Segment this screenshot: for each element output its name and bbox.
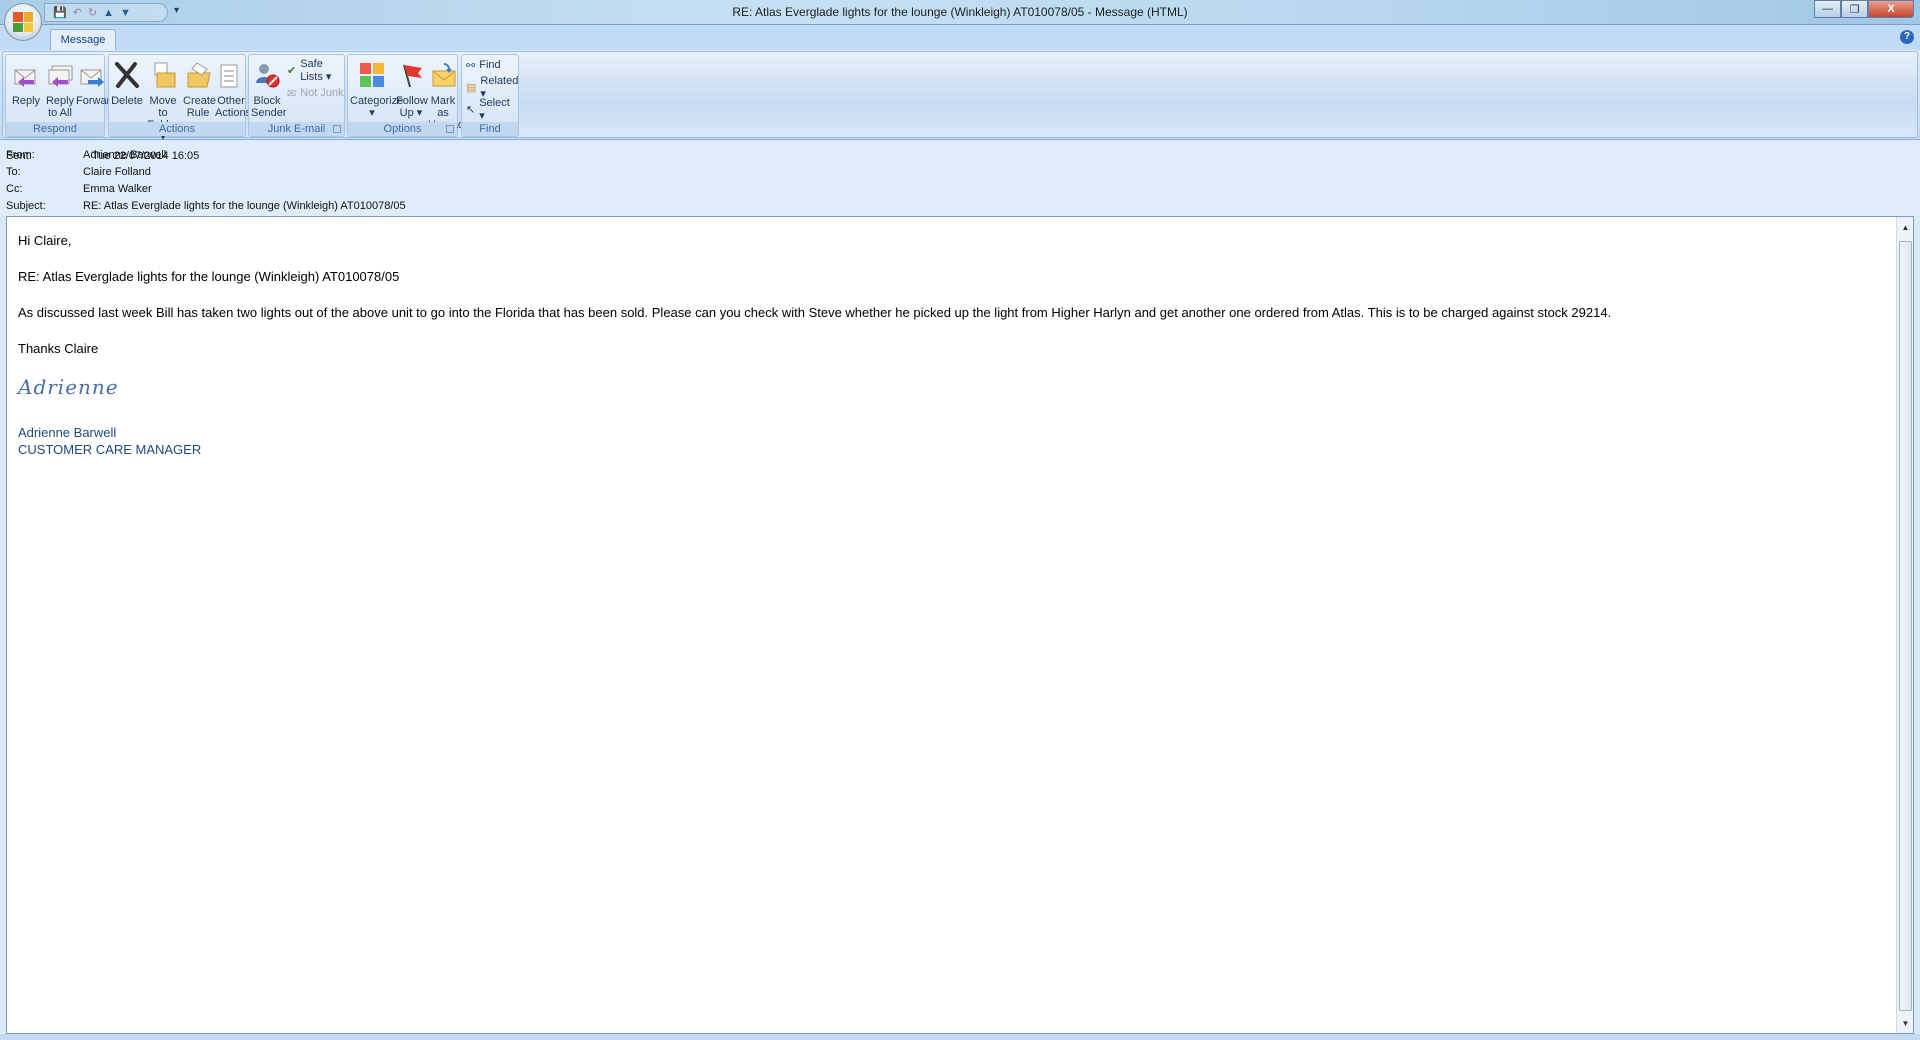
- not-junk-button[interactable]: ✉ Not Junk: [287, 84, 344, 102]
- group-options: Categorize▾ FollowUp ▾ Mark asUnread Opt…: [347, 54, 464, 137]
- window-title: RE: Atlas Everglade lights for the loung…: [732, 5, 1188, 19]
- closing: Thanks Claire: [18, 341, 99, 356]
- group-label: Junk E-mail: [249, 122, 344, 136]
- select-button[interactable]: ↖ Select ▾: [466, 97, 518, 122]
- group-junk-email: Block Sender ✔ Safe Lists ▾ ✉ Not Junk Junk…: [248, 54, 345, 137]
- group-actions: Delete Move toFolder ▾ CreateRule OtherA…: [108, 54, 251, 143]
- group-respond: Reply Reply to All Forward Respond: [5, 54, 116, 137]
- window-bottom-border: [0, 1034, 1920, 1040]
- sent-label: Sent:: [6, 150, 32, 162]
- block-sender-icon: [251, 59, 283, 91]
- signature-title: CUSTOMER CARE MANAGER: [18, 442, 202, 457]
- reply-all-button[interactable]: Reply to All: [44, 59, 76, 119]
- find-button[interactable]: ⚯ Find: [466, 56, 501, 74]
- subject-value: RE: Atlas Everglade lights for the loung…: [83, 200, 406, 212]
- greeting: Hi Claire,: [18, 233, 72, 248]
- dialog-launcher-icon[interactable]: [446, 125, 454, 133]
- cc-label: Cc:: [6, 183, 23, 195]
- to-value[interactable]: Claire Folland: [83, 166, 151, 178]
- related-icon: ▤: [466, 81, 477, 94]
- help-icon[interactable]: ?: [1900, 30, 1914, 44]
- group-find: ⚯ Find ▤ Related ▾ ↖ Select ▾ Find: [461, 54, 519, 137]
- to-label: To:: [6, 166, 21, 178]
- group-label: Options: [348, 122, 457, 136]
- save-icon[interactable]: 💾: [53, 6, 67, 19]
- flag-icon: [396, 59, 428, 91]
- forward-icon: [76, 59, 108, 91]
- move-folder-icon: [147, 59, 179, 91]
- delete-x-icon: [111, 59, 143, 91]
- safe-lists-button[interactable]: ✔ Safe Lists ▾: [287, 58, 344, 83]
- block-sender-button[interactable]: Block Sender: [251, 59, 286, 119]
- body-paragraph: As discussed last week Bill has taken tw…: [18, 305, 1612, 320]
- message-header: From: Adrienne Barwell To: Claire Folland …: [0, 141, 1920, 216]
- scroll-down-icon[interactable]: ▼: [1897, 1019, 1914, 1033]
- quick-access-toolbar: 💾 ↶ ↻ ▲ ▼: [44, 3, 168, 22]
- create-rule-icon: [183, 59, 215, 91]
- binoculars-icon: ⚯: [466, 59, 476, 72]
- cursor-icon: ↖: [466, 103, 476, 116]
- follow-up-button[interactable]: Follow Up ▾: [396, 59, 428, 119]
- categorize-button[interactable]: Categorize ▾: [350, 59, 403, 119]
- create-rule-button[interactable]: Create Rule: [183, 59, 216, 119]
- office-logo-icon: [13, 12, 33, 32]
- other-actions-button[interactable]: OtherActions ▾: [215, 59, 251, 131]
- delete-button[interactable]: Delete: [111, 59, 143, 107]
- group-label: Respond: [6, 122, 104, 136]
- categorize-icon: [356, 59, 388, 91]
- title-bar: RE: Atlas Everglade lights for the loung…: [0, 0, 1920, 25]
- group-label: Actions: [109, 122, 245, 136]
- ribbon: Reply Reply to All Forward Respond Delete…: [0, 50, 1920, 143]
- close-button[interactable]: X: [1868, 0, 1914, 18]
- next-item-icon[interactable]: ▼: [120, 7, 131, 19]
- restore-button[interactable]: ❐: [1841, 0, 1868, 18]
- scroll-thumb[interactable]: [1899, 241, 1912, 1011]
- minimize-button[interactable]: —: [1814, 0, 1841, 18]
- group-label: Find: [462, 122, 518, 136]
- previous-item-icon[interactable]: ▲: [103, 7, 114, 19]
- undo-icon[interactable]: ↶: [73, 6, 82, 19]
- dialog-launcher-icon[interactable]: [333, 125, 341, 133]
- redo-icon[interactable]: ↻: [88, 6, 97, 19]
- reply-button[interactable]: Reply: [10, 59, 42, 107]
- tab-message[interactable]: Message: [50, 29, 116, 51]
- related-button[interactable]: ▤ Related ▾: [466, 75, 518, 100]
- office-button[interactable]: [4, 3, 42, 41]
- customize-toolbar-icon[interactable]: ▾: [174, 5, 179, 16]
- scroll-up-icon[interactable]: ▲: [1897, 223, 1914, 237]
- reply-icon: [10, 59, 42, 91]
- ribbon-tabs: Message ?: [0, 25, 1920, 51]
- signature-name: Adrienne Barwell: [18, 425, 117, 440]
- not-junk-icon: ✉: [287, 87, 297, 100]
- handwritten-signature: Adrienne: [18, 375, 119, 399]
- sent-value: Tue 22/07/2014 16:05: [92, 150, 200, 162]
- subject-label: Subject:: [6, 200, 46, 212]
- vertical-scrollbar[interactable]: ▲ ▼: [1896, 217, 1913, 1033]
- forward-button[interactable]: Forward: [76, 59, 116, 107]
- reply-all-icon: [44, 59, 76, 91]
- mark-unread-icon: [428, 59, 460, 91]
- cc-value[interactable]: Emma Walker: [83, 183, 152, 195]
- reference-line: RE: Atlas Everglade lights for the loung…: [18, 269, 400, 284]
- message-body[interactable]: Hi Claire, RE: Atlas Everglade lights fo…: [6, 216, 1914, 1034]
- mark-as-unread-button[interactable]: Mark asUnread: [428, 59, 464, 131]
- other-actions-icon: [215, 59, 247, 91]
- safe-lists-icon: ✔: [287, 64, 297, 77]
